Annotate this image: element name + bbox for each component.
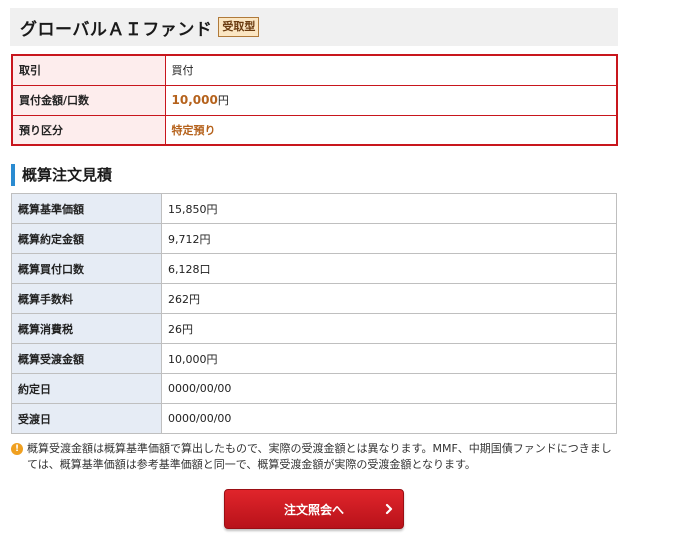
estimate-value: 0000/00/00 xyxy=(161,403,617,434)
order-label: 取引 xyxy=(12,55,166,85)
order-value: 買付 xyxy=(165,55,617,85)
estimate-value: 15,850円 xyxy=(161,193,617,224)
table-row: 概算消費税 26円 xyxy=(11,313,617,344)
table-row: 概算基準価額 15,850円 xyxy=(11,193,617,224)
table-row: 概算約定金額 9,712円 xyxy=(11,223,617,254)
estimate-label: 概算消費税 xyxy=(11,313,162,344)
fund-type-badge: 受取型 xyxy=(218,17,260,37)
estimate-label: 概算約定金額 xyxy=(11,223,162,254)
fund-title: グローバルＡＩファンド xyxy=(20,19,213,40)
estimate-label: 受渡日 xyxy=(11,403,162,434)
note-text: 概算受渡金額は概算基準価額で算出したもので、実際の受渡金額とは異なります。MMF… xyxy=(27,442,612,471)
estimate-label: 概算基準価額 xyxy=(11,193,162,224)
table-row: 受渡日 0000/00/00 xyxy=(11,403,617,434)
order-row-amount: 買付金額/口数 10,000円 xyxy=(12,84,617,115)
table-row: 概算買付口数 6,128口 xyxy=(11,253,617,284)
button-label: 注文照会へ xyxy=(283,502,344,517)
order-inquiry-button[interactable]: 注文照会へ xyxy=(224,489,404,529)
estimate-label: 約定日 xyxy=(11,373,162,404)
estimate-note: ! 概算受渡金額は概算基準価額で算出したもので、実際の受渡金額とは異なります。M… xyxy=(11,441,617,473)
estimate-label: 概算手数料 xyxy=(11,283,162,314)
estimate-value: 0000/00/00 xyxy=(161,373,617,404)
order-amount-unit: 円 xyxy=(217,94,229,107)
estimate-table: 概算基準価額 15,850円 概算約定金額 9,712円 概算買付口数 6,12… xyxy=(11,193,617,434)
order-row-deposit: 預り区分 特定預り xyxy=(12,114,617,145)
table-row: 概算手数料 262円 xyxy=(11,283,617,314)
order-row-transaction: 取引 買付 xyxy=(12,55,617,85)
order-amount: 10,000 xyxy=(171,93,218,107)
estimate-label: 概算受渡金額 xyxy=(11,343,162,374)
order-value: 10,000円 xyxy=(165,84,617,115)
table-row: 概算受渡金額 10,000円 xyxy=(11,343,617,374)
estimate-value: 9,712円 xyxy=(161,223,617,254)
estimate-value: 26円 xyxy=(161,313,617,344)
estimate-label: 概算買付口数 xyxy=(11,253,162,284)
info-circle-icon: ! xyxy=(11,443,23,455)
estimate-value: 10,000円 xyxy=(161,343,617,374)
section-title: 概算注文見積 xyxy=(11,164,112,186)
chevron-right-icon xyxy=(385,503,393,515)
fund-header: グローバルＡＩファンド 受取型 xyxy=(10,8,618,46)
order-summary-table: 取引 買付 買付金額/口数 10,000円 預り区分 特定預り xyxy=(11,54,618,146)
estimate-value: 262円 xyxy=(161,283,617,314)
order-value: 特定預り xyxy=(165,114,617,145)
estimate-value: 6,128口 xyxy=(161,253,617,284)
order-label: 買付金額/口数 xyxy=(12,84,166,115)
order-label: 預り区分 xyxy=(12,114,166,145)
table-row: 約定日 0000/00/00 xyxy=(11,373,617,404)
